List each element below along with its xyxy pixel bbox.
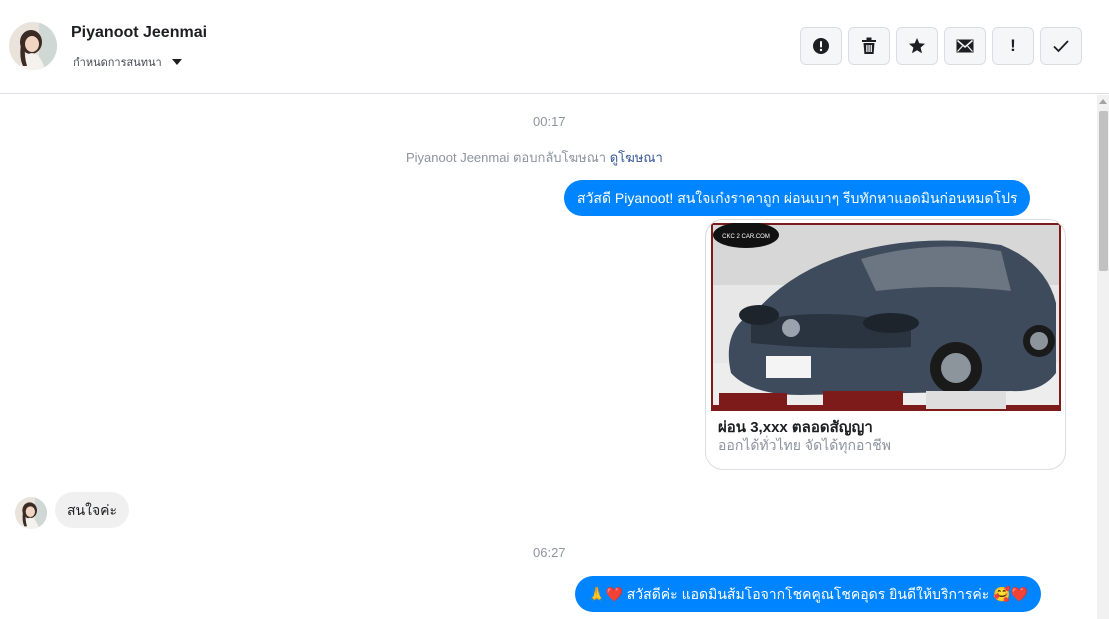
mark-done-button[interactable]: [1040, 27, 1082, 65]
view-ad-link[interactable]: ดูโฆษณา: [610, 150, 663, 165]
chevron-down-icon: [171, 59, 182, 65]
alert-circle-icon: [813, 38, 829, 54]
outgoing-message[interactable]: สวัสดี Piyanoot! สนใจเก๋งราคาถูก ผ่อนเบา…: [564, 180, 1031, 216]
outgoing-message-text: สวัสดีค่ะ แอดมินส้มโอจากโชคคูณโชคอุดร ยิ…: [626, 586, 990, 602]
checkmark-icon: [1053, 40, 1069, 53]
exclamation-icon: !: [1010, 36, 1016, 55]
ad-reply-text: Piyanoot Jeenmai ตอบกลับโฆษณา: [406, 150, 607, 165]
outgoing-message[interactable]: 🙏❤️ สวัสดีค่ะ แอดมินส้มโอจากโชคคูณโชคอุด…: [575, 576, 1042, 612]
heart-emoji-icon: ❤️: [1010, 586, 1029, 602]
ad-reply-notice: Piyanoot Jeenmai ตอบกลับโฆษณา ดูโฆษณา: [406, 147, 663, 168]
ad-car-image: CKC 2 CAR.COM: [711, 222, 1061, 411]
thread-scrollbar[interactable]: [1097, 95, 1109, 619]
ad-image-logo: CKC 2 CAR.COM: [722, 234, 770, 240]
pray-emoji-icon: 🙏: [588, 586, 606, 602]
conversation-header: Piyanoot Jeenmai กำหนดการสนทนา !: [0, 0, 1109, 94]
scrollbar-thumb[interactable]: [1099, 111, 1108, 271]
assign-label: กำหนดการสนทนา: [73, 57, 162, 69]
contact-name[interactable]: Piyanoot Jeenmai: [71, 24, 207, 42]
timestamp: 00:17: [533, 114, 566, 129]
timestamp: 06:27: [533, 545, 566, 560]
report-spam-button[interactable]: [800, 27, 842, 65]
trash-icon: [862, 37, 876, 54]
ad-card[interactable]: CKC 2 CAR.COM ผ่อน 3,xxx ตลอดสัญญา ออกได…: [705, 219, 1066, 470]
star-button[interactable]: [896, 27, 938, 65]
delete-button[interactable]: [848, 27, 890, 65]
mark-unread-button[interactable]: [944, 27, 986, 65]
smiling-hearts-emoji-icon: 🥰: [993, 586, 1011, 602]
message-thread[interactable]: 00:17 Piyanoot Jeenmai ตอบกลับโฆษณา ดูโฆ…: [0, 95, 1097, 619]
heart-emoji-icon: ❤️: [605, 586, 623, 602]
follow-up-button[interactable]: !: [992, 27, 1034, 65]
ad-card-subtitle: ออกได้ทั่วไทย จัดได้ทุกอาชีพ: [718, 437, 892, 453]
conversation-toolbar: !: [800, 27, 1082, 65]
scroll-up-arrow-icon[interactable]: [1099, 99, 1107, 104]
contact-avatar[interactable]: [9, 22, 57, 70]
assign-conversation-dropdown[interactable]: กำหนดการสนทนา: [73, 53, 182, 71]
incoming-message[interactable]: สนใจค่ะ: [55, 492, 130, 528]
star-icon: [909, 38, 925, 54]
sender-avatar[interactable]: [15, 497, 47, 529]
envelope-icon: [956, 39, 974, 53]
